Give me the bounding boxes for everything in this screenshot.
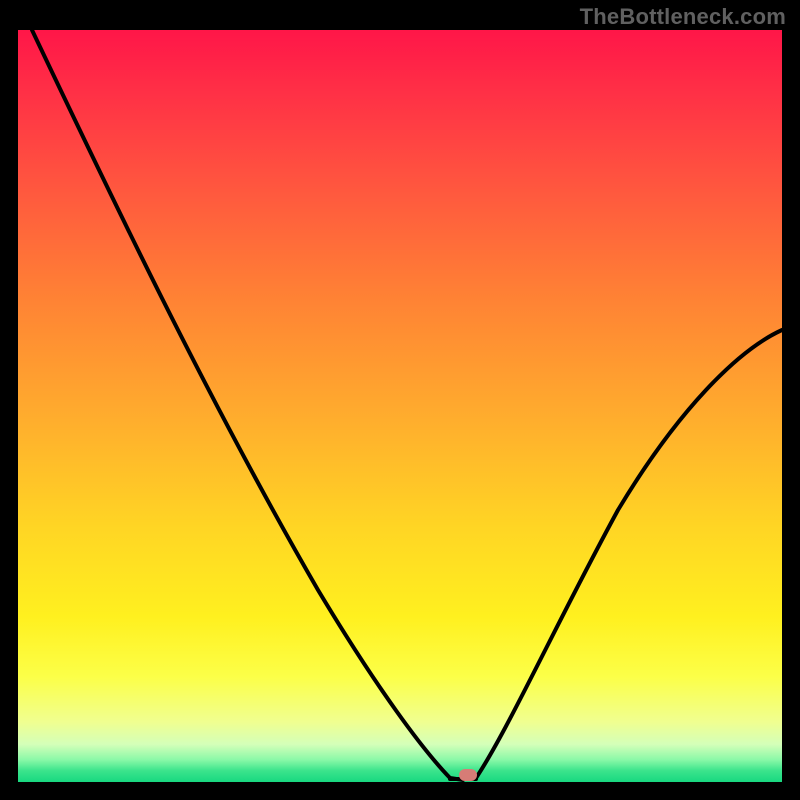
chart-stage: TheBottleneck.com xyxy=(0,0,800,800)
plot-area xyxy=(18,30,782,782)
watermark-text: TheBottleneck.com xyxy=(580,4,786,30)
bottleneck-curve xyxy=(18,30,782,782)
min-marker xyxy=(459,769,477,781)
